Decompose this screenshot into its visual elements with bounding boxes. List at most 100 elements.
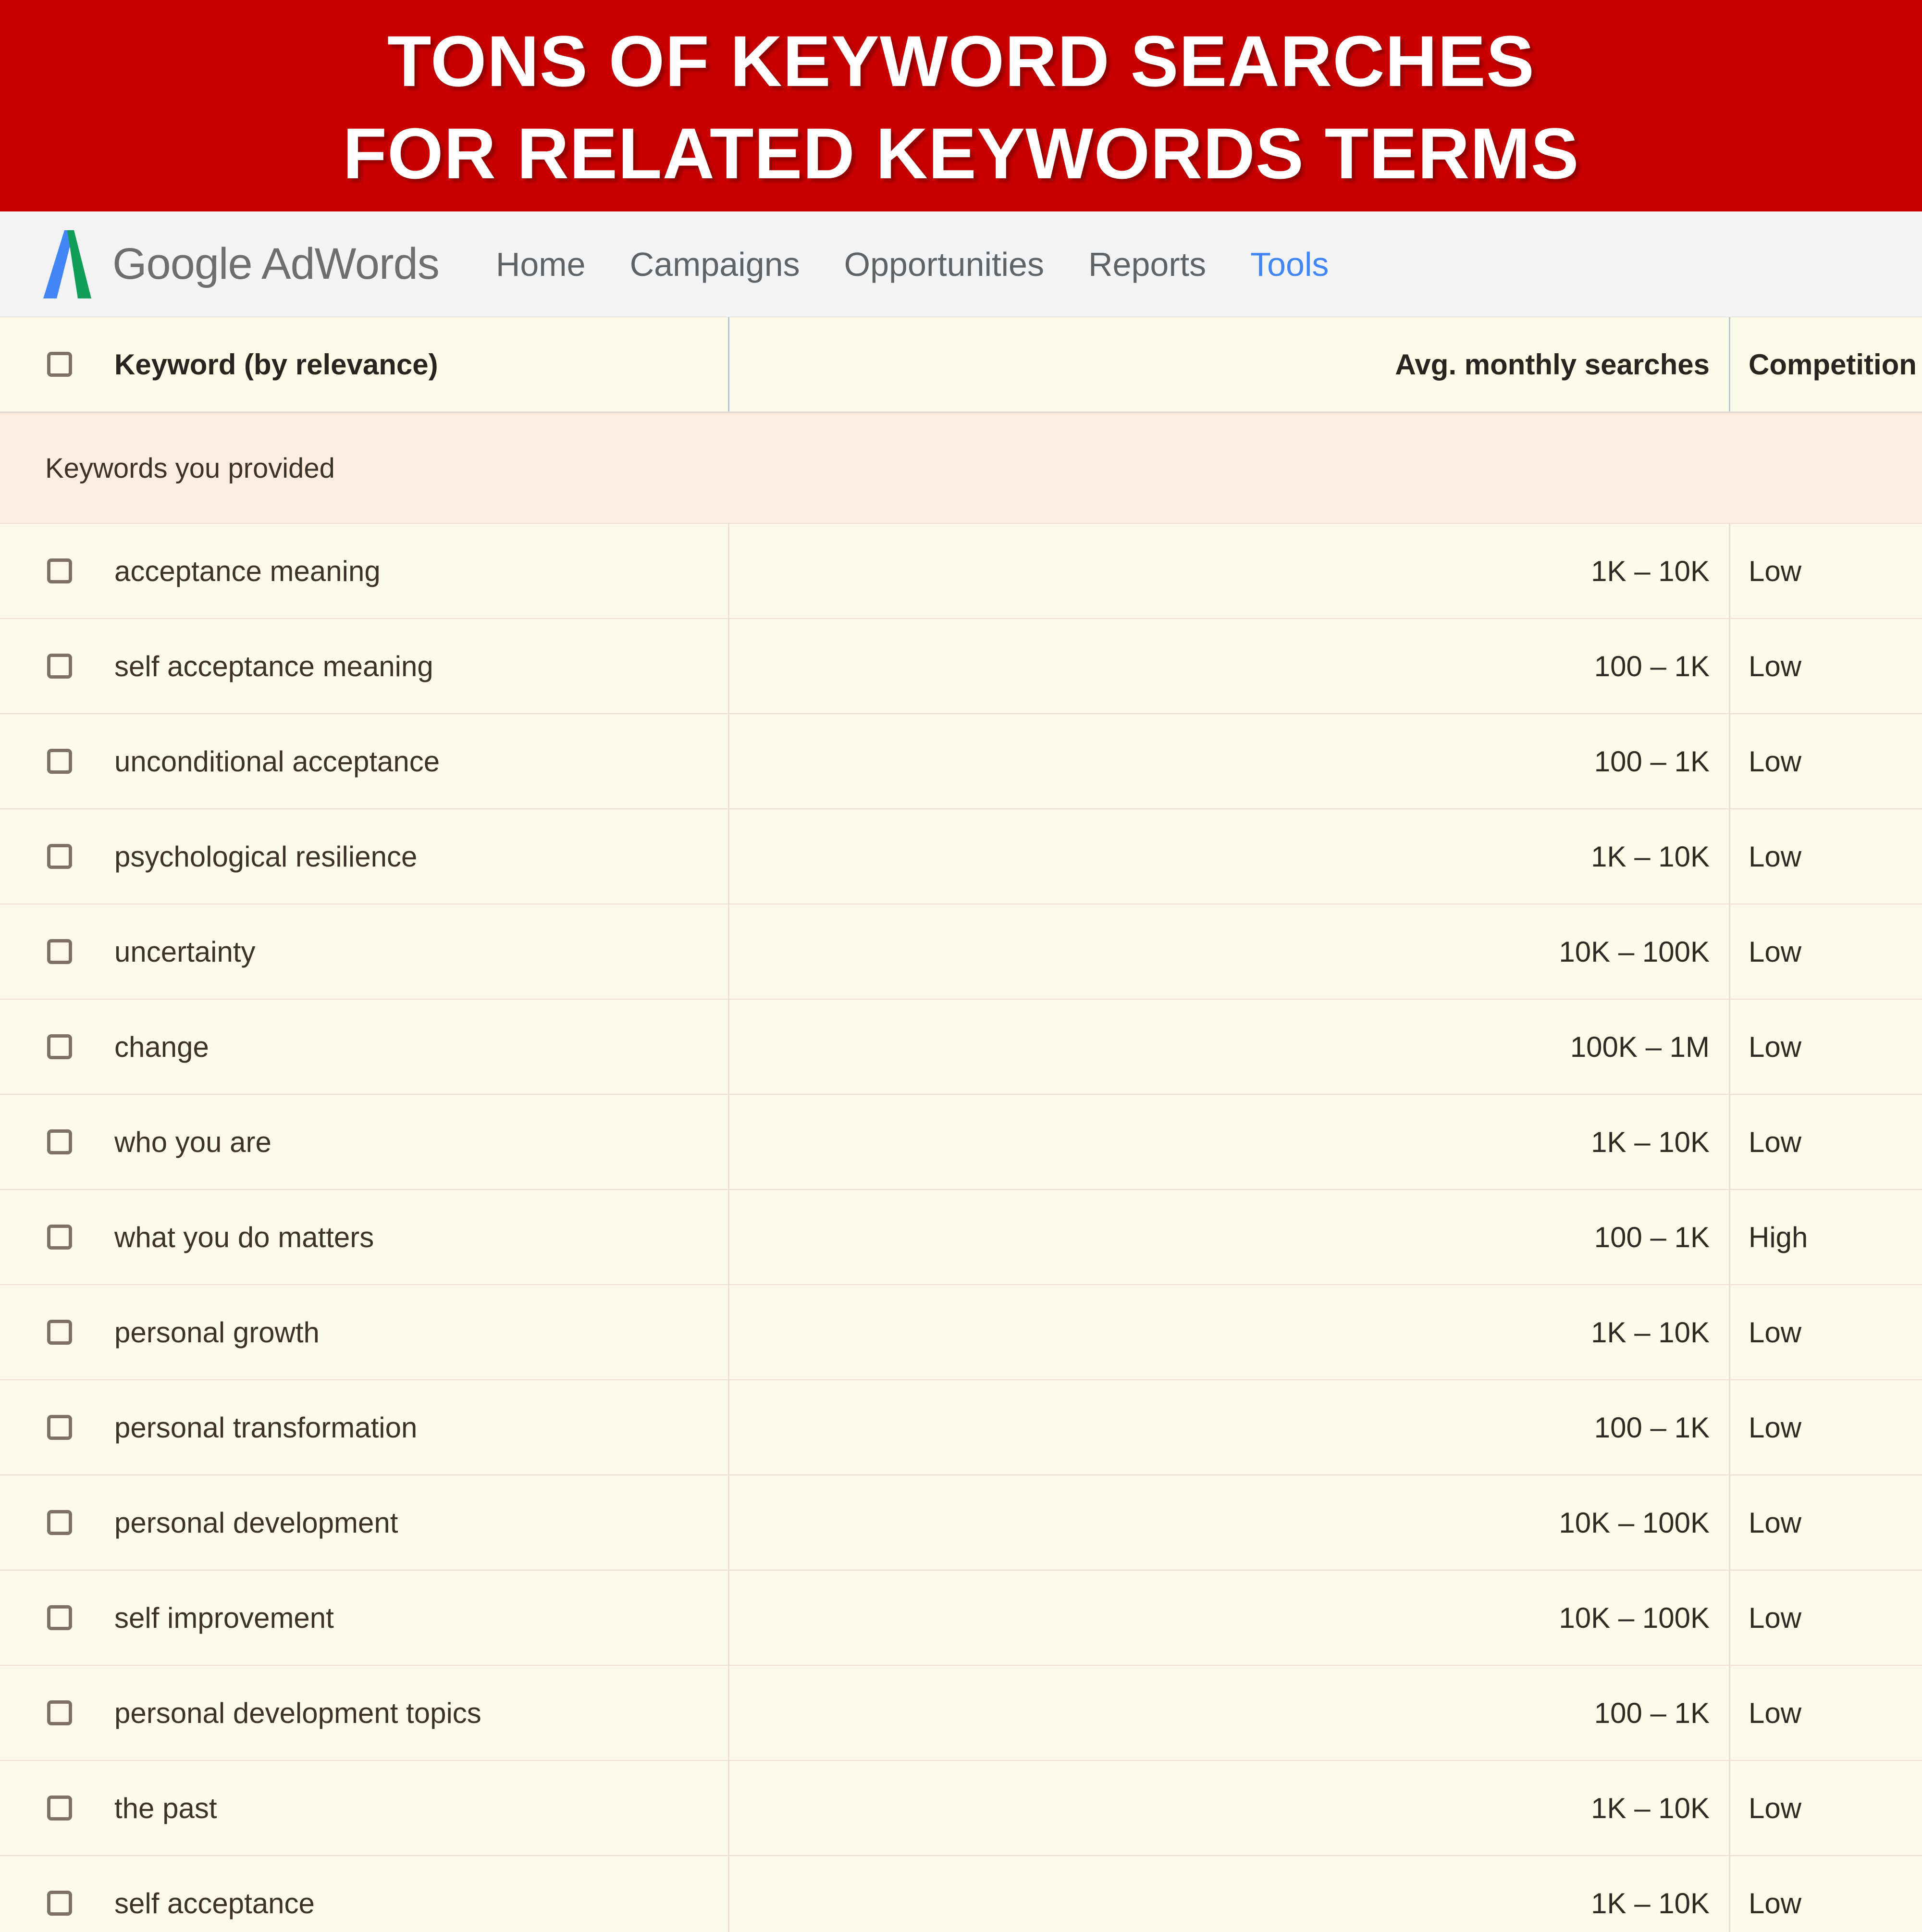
- row-cell-competition: Low: [1729, 1000, 1922, 1094]
- row-cell-searches: 1K – 10K: [728, 1761, 1729, 1855]
- row-cell-keyword: the past: [0, 1761, 728, 1855]
- row-cell-keyword: self acceptance: [0, 1856, 728, 1932]
- row-searches-value: 10K – 100K: [1559, 935, 1710, 968]
- table-header-row: Keyword (by relevance) Avg. monthly sear…: [0, 317, 1922, 413]
- row-cell-keyword: unconditional acceptance: [0, 714, 728, 808]
- row-cell-searches: 10K – 100K: [728, 1475, 1729, 1570]
- row-cell-competition: Low: [1729, 1571, 1922, 1665]
- nav-item-tools[interactable]: Tools: [1247, 241, 1331, 287]
- header-cell-searches[interactable]: Avg. monthly searches: [728, 317, 1729, 411]
- row-select-checkbox[interactable]: [47, 749, 72, 774]
- nav-item-opportunities[interactable]: Opportunities: [841, 241, 1047, 287]
- table-row: psychological resilience 1K – 10K Low: [0, 809, 1922, 904]
- row-cell-keyword: acceptance meaning: [0, 524, 728, 618]
- row-keyword-label: personal development: [114, 1506, 398, 1539]
- table-row: uncertainty 10K – 100K Low: [0, 904, 1922, 1000]
- row-select-checkbox[interactable]: [47, 1605, 72, 1630]
- row-select-checkbox[interactable]: [47, 1320, 72, 1345]
- row-select-checkbox[interactable]: [47, 558, 72, 583]
- row-select-checkbox[interactable]: [47, 1034, 72, 1059]
- row-competition-value: Low: [1749, 555, 1802, 587]
- table-row: self acceptance 1K – 10K Low: [0, 1856, 1922, 1932]
- row-cell-competition: Low: [1729, 1666, 1922, 1760]
- row-keyword-label: psychological resilience: [114, 840, 418, 873]
- row-searches-value: 1K – 10K: [1591, 840, 1710, 873]
- section-header-row: Keywords you provided: [0, 413, 1922, 524]
- row-select-checkbox[interactable]: [47, 1225, 72, 1250]
- table-row: personal transformation 100 – 1K Low: [0, 1380, 1922, 1475]
- row-competition-value: Low: [1749, 1316, 1802, 1349]
- row-keyword-label: uncertainty: [114, 935, 256, 968]
- banner-headline-line-2: FOR RELATED KEYWORDS TERMS: [343, 113, 1579, 194]
- row-keyword-label: who you are: [114, 1126, 271, 1158]
- row-keyword-label: change: [114, 1030, 209, 1063]
- promo-banner: TONS OF KEYWORD SEARCHES FOR RELATED KEY…: [0, 0, 1922, 211]
- row-cell-competition: Low: [1729, 904, 1922, 999]
- adwords-lambda-icon: [37, 230, 95, 298]
- row-searches-value: 100K – 1M: [1570, 1030, 1710, 1063]
- row-select-checkbox[interactable]: [47, 939, 72, 964]
- nav-item-campaigns[interactable]: Campaigns: [627, 241, 803, 287]
- table-row: unconditional acceptance 100 – 1K Low: [0, 714, 1922, 809]
- row-select-checkbox[interactable]: [47, 654, 72, 679]
- adwords-brand-label: Google AdWords: [112, 239, 440, 288]
- row-cell-searches: 100K – 1M: [728, 1000, 1729, 1094]
- row-cell-searches: 10K – 100K: [728, 1571, 1729, 1665]
- row-cell-searches: 1K – 10K: [728, 1285, 1729, 1379]
- row-competition-value: Low: [1749, 745, 1802, 778]
- nav-item-reports[interactable]: Reports: [1085, 241, 1209, 287]
- row-select-checkbox[interactable]: [47, 1891, 72, 1916]
- header-cell-competition[interactable]: Competition: [1729, 317, 1922, 411]
- row-cell-competition: Low: [1729, 1285, 1922, 1379]
- row-select-checkbox[interactable]: [47, 1700, 72, 1725]
- row-searches-value: 10K – 100K: [1559, 1506, 1710, 1539]
- row-cell-searches: 100 – 1K: [728, 1380, 1729, 1474]
- row-select-checkbox[interactable]: [47, 1796, 72, 1821]
- row-cell-searches: 100 – 1K: [728, 714, 1729, 808]
- table-body: acceptance meaning 1K – 10K Low self accept…: [0, 524, 1922, 1932]
- row-competition-value: Low: [1749, 840, 1802, 873]
- table-row: change 100K – 1M Low: [0, 1000, 1922, 1095]
- row-keyword-label: personal transformation: [114, 1411, 418, 1444]
- table-row: personal development 10K – 100K Low: [0, 1475, 1922, 1571]
- row-competition-value: High: [1749, 1221, 1808, 1253]
- row-competition-value: Low: [1749, 1697, 1802, 1729]
- row-cell-competition: Low: [1729, 1761, 1922, 1855]
- row-cell-searches: 100 – 1K: [728, 1666, 1729, 1760]
- row-keyword-label: self acceptance meaning: [114, 650, 433, 682]
- row-keyword-label: self improvement: [114, 1601, 334, 1634]
- row-searches-value: 10K – 100K: [1559, 1601, 1710, 1634]
- row-searches-value: 1K – 10K: [1591, 1316, 1710, 1349]
- row-cell-competition: High: [1729, 1190, 1922, 1284]
- row-competition-value: Low: [1749, 1506, 1802, 1539]
- row-select-checkbox[interactable]: [47, 1415, 72, 1440]
- row-competition-value: Low: [1749, 1411, 1802, 1444]
- row-cell-searches: 1K – 10K: [728, 1095, 1729, 1189]
- row-cell-searches: 1K – 10K: [728, 524, 1729, 618]
- row-select-checkbox[interactable]: [47, 1510, 72, 1535]
- banner-headline-line-1: TONS OF KEYWORD SEARCHES: [387, 21, 1535, 101]
- table-row: who you are 1K – 10K Low: [0, 1095, 1922, 1190]
- row-cell-competition: Low: [1729, 1475, 1922, 1570]
- row-competition-value: Low: [1749, 1030, 1802, 1063]
- nav-item-home[interactable]: Home: [493, 241, 589, 287]
- row-cell-keyword: self improvement: [0, 1571, 728, 1665]
- row-keyword-label: what you do matters: [114, 1221, 374, 1253]
- header-label-keyword: Keyword (by relevance): [114, 348, 438, 381]
- header-label-competition: Competition: [1749, 348, 1917, 381]
- row-competition-value: Low: [1749, 935, 1802, 968]
- row-competition-value: Low: [1749, 1126, 1802, 1158]
- row-keyword-label: personal development topics: [114, 1697, 481, 1729]
- row-searches-value: 100 – 1K: [1594, 745, 1710, 778]
- row-keyword-label: personal growth: [114, 1316, 320, 1349]
- row-cell-competition: Low: [1729, 619, 1922, 713]
- row-select-checkbox[interactable]: [47, 844, 72, 869]
- row-searches-value: 1K – 10K: [1591, 1126, 1710, 1158]
- navbar-links: Home Campaigns Opportunities Reports Too…: [493, 241, 1332, 287]
- select-all-checkbox[interactable]: [47, 352, 72, 377]
- row-cell-keyword: self acceptance meaning: [0, 619, 728, 713]
- row-cell-competition: Low: [1729, 524, 1922, 618]
- row-select-checkbox[interactable]: [47, 1129, 72, 1154]
- table-row: self improvement 10K – 100K Low: [0, 1571, 1922, 1666]
- adwords-logo[interactable]: Google AdWords: [37, 230, 440, 298]
